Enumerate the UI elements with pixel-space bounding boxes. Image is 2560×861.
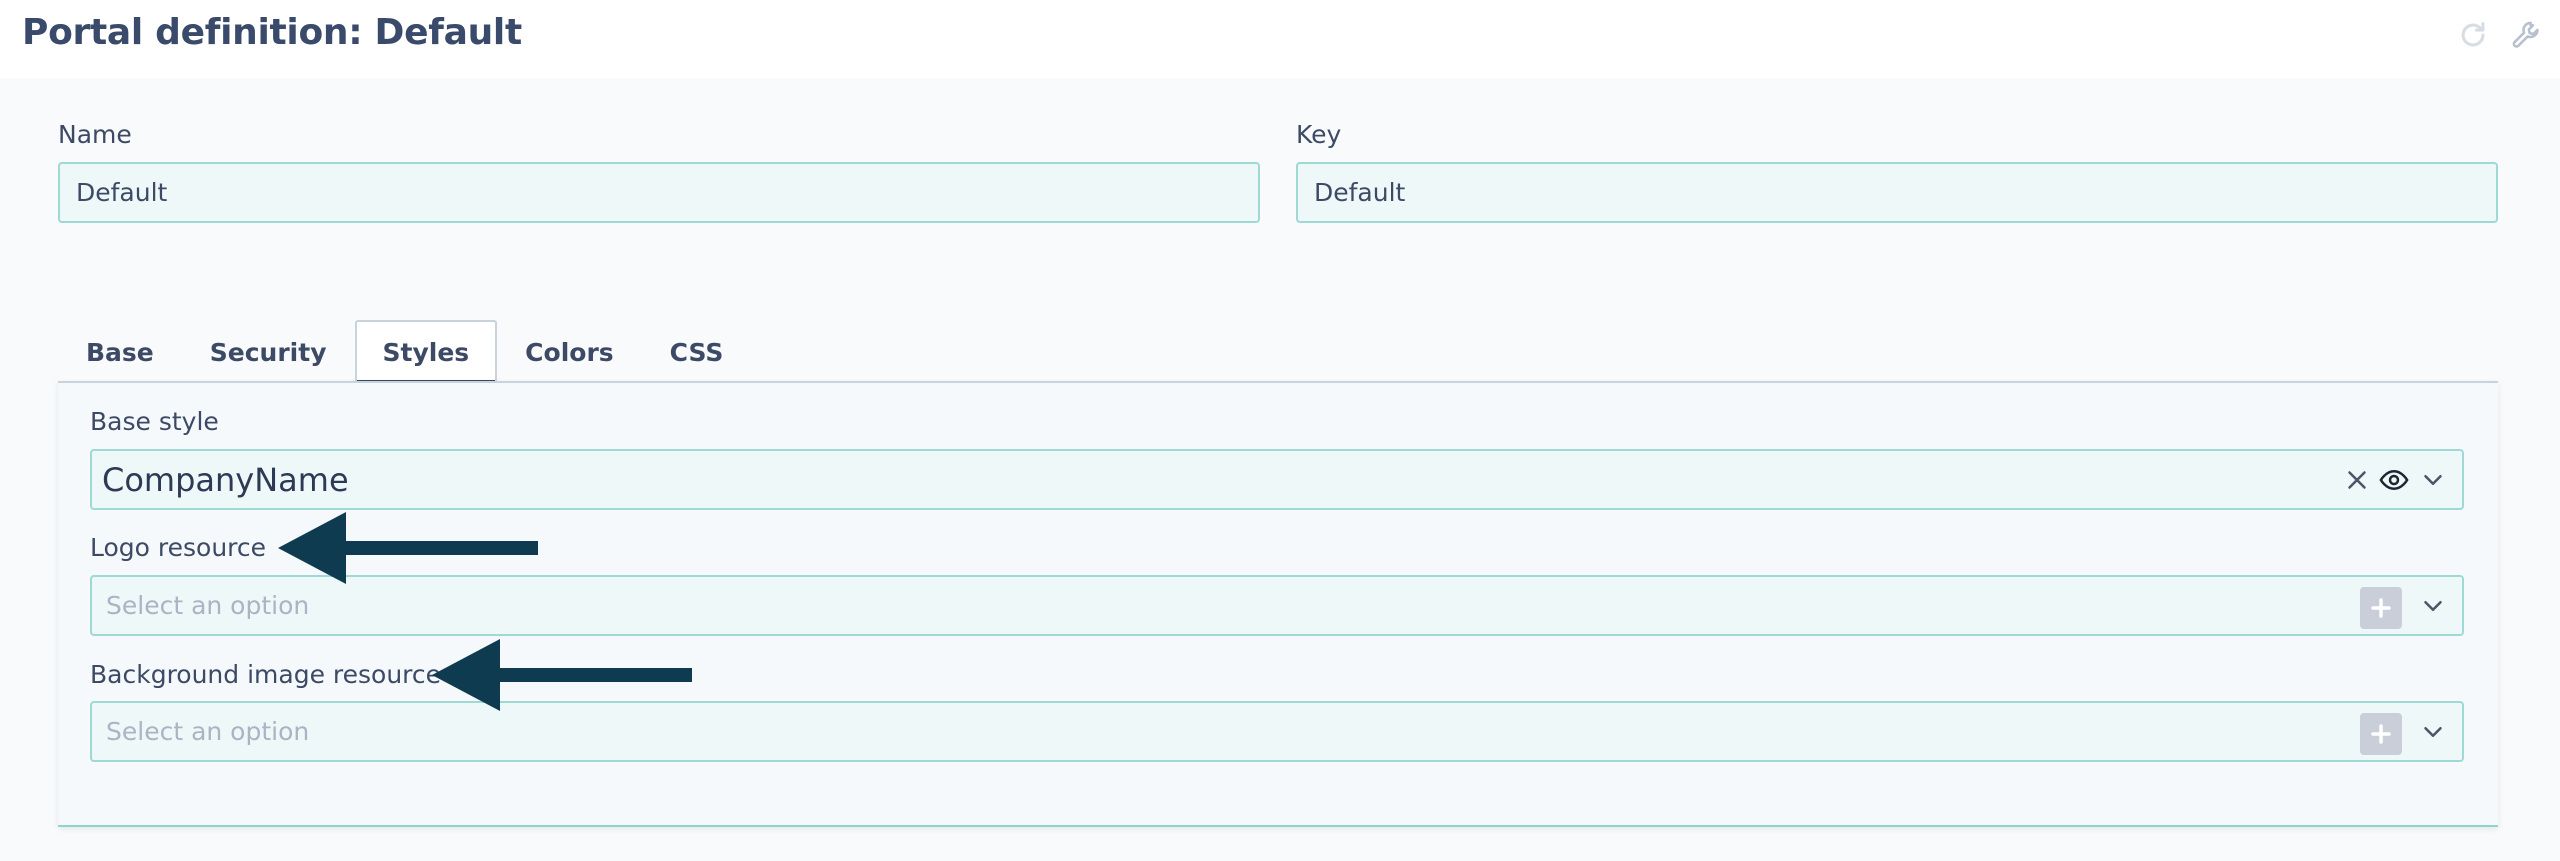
page-header: Portal definition: Default [0,0,2560,78]
chevron-down-icon[interactable] [2418,591,2448,621]
tab-css[interactable]: CSS [642,320,752,383]
logo-resource-placeholder: Select an option [106,591,310,620]
key-label: Key [1296,120,1342,149]
tab-bar: Base Security Styles Colors CSS [58,320,751,383]
background-image-placeholder: Select an option [106,717,310,746]
base-style-label: Base style [90,407,219,436]
base-style-value: CompanyName [102,461,349,499]
eye-icon[interactable] [2378,465,2410,495]
wrench-icon[interactable] [2510,18,2544,52]
key-input[interactable] [1296,162,2498,223]
tab-base[interactable]: Base [58,320,182,383]
add-background-image-button[interactable] [2360,713,2402,755]
tab-colors[interactable]: Colors [497,320,641,383]
page-title: Portal definition: Default [22,12,522,53]
logo-resource-label: Logo resource [90,533,267,562]
background-image-label: Background image resource [90,660,442,689]
add-logo-resource-button[interactable] [2360,587,2402,629]
plus-icon [2371,598,2391,618]
background-arrow-annotation [432,639,692,711]
plus-icon [2371,724,2391,744]
tab-styles[interactable]: Styles [354,320,498,383]
refresh-icon[interactable] [2456,18,2490,52]
clear-icon[interactable] [2342,465,2372,495]
chevron-down-icon[interactable] [2418,717,2448,747]
base-style-select[interactable]: CompanyName [90,449,2464,510]
styles-panel: Base style CompanyName Logo resource Sel… [58,381,2498,827]
tab-security[interactable]: Security [182,320,355,383]
logo-resource-select[interactable]: Select an option [90,575,2464,636]
logo-arrow-annotation [278,512,538,584]
chevron-down-icon[interactable] [2418,465,2448,495]
name-label: Name [58,120,132,149]
name-input[interactable] [58,162,1260,223]
